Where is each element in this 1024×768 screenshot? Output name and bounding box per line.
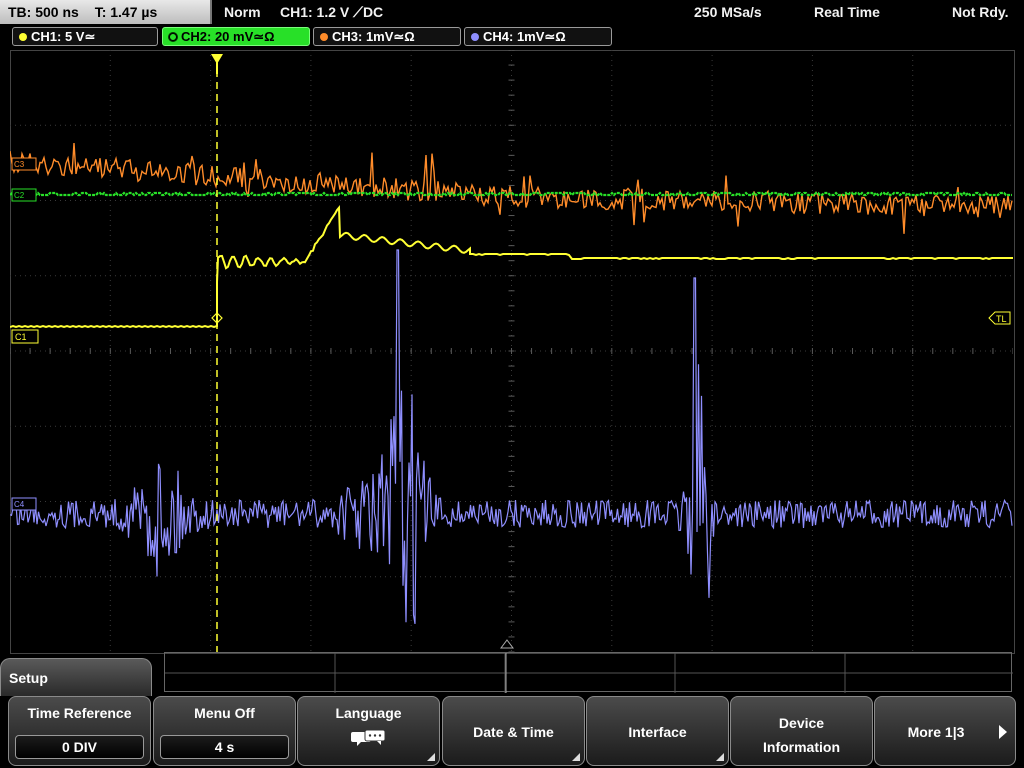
- ch4-dot-icon: [471, 32, 479, 41]
- language-button[interactable]: Language: [297, 696, 440, 766]
- ch1-dot-icon: [19, 32, 27, 41]
- submenu-corner-icon: [427, 753, 435, 761]
- softkey-label: Information: [763, 739, 840, 755]
- ch2-offset-marker[interactable]: C2: [11, 188, 37, 202]
- channel-tab-label: CH3: 1mV≃Ω: [332, 29, 415, 44]
- sample-rate: 250 MSa/s: [694, 4, 762, 20]
- status-bar: TB: 500 ns T: 1.47 µs Norm CH1: 1.2 V ⟋D…: [0, 0, 1024, 24]
- svg-text:C1: C1: [15, 332, 27, 342]
- channel-tab-label: CH1: 5 V≃: [31, 29, 96, 44]
- channel-tab-ch3[interactable]: CH3: 1mV≃Ω: [313, 27, 461, 46]
- channel-tab-ch4[interactable]: CH4: 1mV≃Ω: [464, 27, 612, 46]
- softkey-label: Menu Off: [194, 705, 255, 721]
- softkey-label: Time Reference: [27, 705, 132, 721]
- svg-text:C2: C2: [14, 191, 25, 200]
- softkey-label: Interface: [628, 724, 687, 740]
- device-information-button[interactable]: Device Information: [730, 696, 873, 766]
- channel-bar: CH1: 5 V≃ CH2: 20 mV≃Ω CH3: 1mV≃Ω CH4: 1…: [0, 26, 1024, 48]
- next-page-arrow-icon: [999, 725, 1007, 739]
- ch1-offset-marker[interactable]: C1: [11, 329, 39, 344]
- softkey-label: Language: [335, 705, 402, 721]
- svg-text:C4: C4: [14, 500, 25, 509]
- trigger-mode[interactable]: Norm: [224, 0, 261, 24]
- menu-title-setup: Setup: [0, 658, 152, 696]
- time-reference-marker: [500, 639, 514, 649]
- trigger-time-value: T: 1.47 µs: [94, 4, 158, 20]
- trigger-status: Not Rdy.: [952, 4, 1009, 20]
- ch3-dot-icon: [320, 32, 328, 41]
- ch3-offset-marker[interactable]: C3: [11, 157, 37, 171]
- submenu-corner-icon: [716, 753, 724, 761]
- timebase-box[interactable]: TB: 500 ns T: 1.47 µs: [0, 0, 212, 24]
- softkey-label: More 1|3: [907, 724, 965, 740]
- ch2-dot-icon: [169, 32, 177, 41]
- time-axis-strip: [164, 652, 1013, 693]
- submenu-corner-icon: [572, 753, 580, 761]
- time-reference-button[interactable]: Time Reference 0 DIV: [8, 696, 151, 766]
- speech-bubbles-icon: [298, 729, 439, 750]
- trigger-position-marker[interactable]: [211, 54, 223, 74]
- channel-tab-ch1[interactable]: CH1: 5 V≃: [12, 27, 158, 46]
- menu-off-value: 4 s: [160, 735, 289, 759]
- channel-tab-ch2[interactable]: CH2: 20 mV≃Ω: [162, 27, 310, 46]
- trigger-source[interactable]: CH1: 1.2 V ⟋DC: [280, 0, 383, 24]
- softkey-bar: Time Reference 0 DIV Menu Off 4 s Langua…: [0, 696, 1024, 768]
- more-button[interactable]: More 1|3: [874, 696, 1016, 766]
- ch4-offset-marker[interactable]: C4: [11, 497, 37, 511]
- waveform-canvas: C1 C2 C3 C4 TL: [10, 50, 1013, 652]
- channel-tab-label: CH4: 1mV≃Ω: [483, 29, 566, 44]
- timebase-value: TB: 500 ns: [8, 4, 79, 20]
- svg-text:TL: TL: [996, 314, 1007, 324]
- date-time-button[interactable]: Date & Time: [442, 696, 585, 766]
- svg-text:C3: C3: [14, 160, 25, 169]
- menu-off-button[interactable]: Menu Off 4 s: [153, 696, 296, 766]
- interface-button[interactable]: Interface: [586, 696, 729, 766]
- channel-tab-label: CH2: 20 mV≃Ω: [181, 29, 275, 44]
- softkey-label: Date & Time: [473, 724, 554, 740]
- softkey-label: Device: [778, 715, 825, 731]
- time-reference-value: 0 DIV: [15, 735, 144, 759]
- trigger-level-marker[interactable]: TL: [988, 311, 1011, 325]
- acquisition-mode: Real Time: [814, 4, 880, 20]
